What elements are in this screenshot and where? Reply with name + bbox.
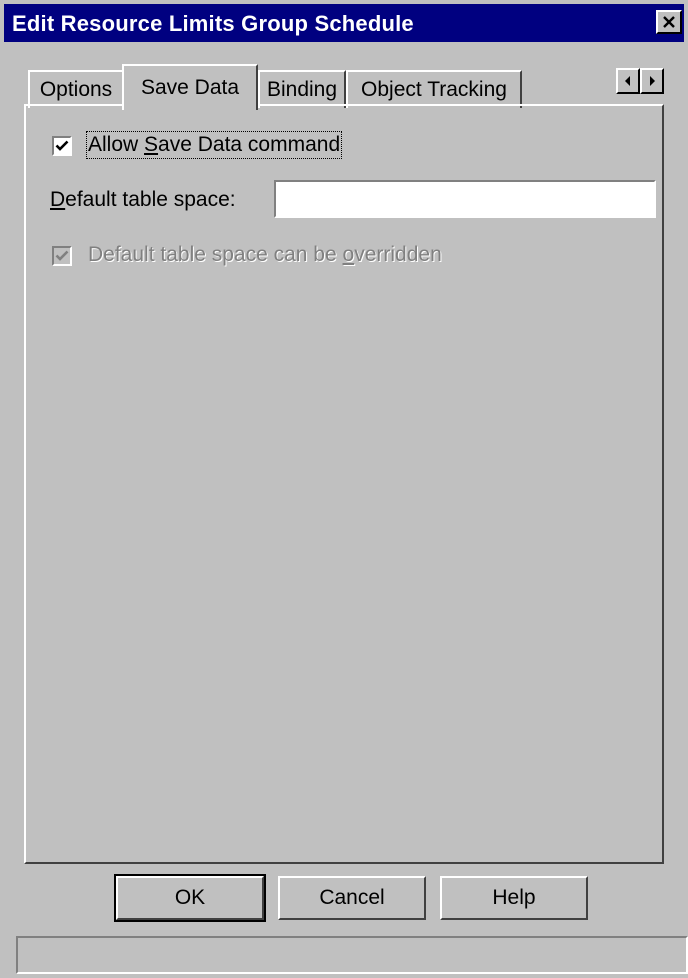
tab-scroll-buttons: [616, 68, 664, 94]
title-bar[interactable]: Edit Resource Limits Group Schedule: [4, 4, 684, 42]
status-bar: [16, 936, 688, 974]
ok-button-label: OK: [174, 886, 206, 909]
default-table-space-input[interactable]: [274, 180, 656, 218]
tab-scroll-left-button[interactable]: [616, 68, 640, 94]
default-table-space-label: Default table space:: [50, 188, 236, 211]
checkmark-icon: [55, 140, 69, 151]
tab-label: Options: [39, 78, 113, 101]
tab-label: Save Data: [140, 76, 240, 99]
window-title: Edit Resource Limits Group Schedule: [12, 11, 414, 36]
tab-options[interactable]: Options: [28, 70, 124, 108]
arrow-right-icon: [650, 76, 655, 86]
checkmark-icon: [55, 250, 69, 261]
cancel-button[interactable]: Cancel: [278, 876, 426, 920]
allow-save-data-label: Allow Save Data command: [85, 131, 343, 159]
tab-label: Object Tracking: [361, 78, 507, 101]
tab-scroll-right-button[interactable]: [640, 68, 664, 94]
table-space-overridable-label: Default table space can be overridden: [88, 243, 442, 266]
tab-binding[interactable]: Binding: [258, 70, 346, 108]
cancel-button-label: Cancel: [319, 886, 385, 909]
tab-strip: Options Save Data Binding Object Trackin…: [24, 64, 664, 110]
tab-save-data[interactable]: Save Data: [122, 64, 258, 110]
help-button-label: Help: [492, 886, 536, 909]
close-icon: [663, 16, 675, 28]
ok-button[interactable]: OK: [114, 874, 266, 922]
tab-panel-save-data: Allow Save Data command Default table sp…: [24, 104, 664, 864]
arrow-left-icon: [625, 76, 630, 86]
tab-label: Binding: [266, 78, 338, 101]
tab-object-tracking[interactable]: Object Tracking: [346, 70, 522, 108]
table-space-overridable-checkbox[interactable]: [52, 246, 72, 266]
close-button[interactable]: [656, 10, 682, 34]
allow-save-data-checkbox[interactable]: [52, 136, 72, 156]
dialog-window: Edit Resource Limits Group Schedule Opti…: [0, 0, 688, 978]
help-button[interactable]: Help: [440, 876, 588, 920]
